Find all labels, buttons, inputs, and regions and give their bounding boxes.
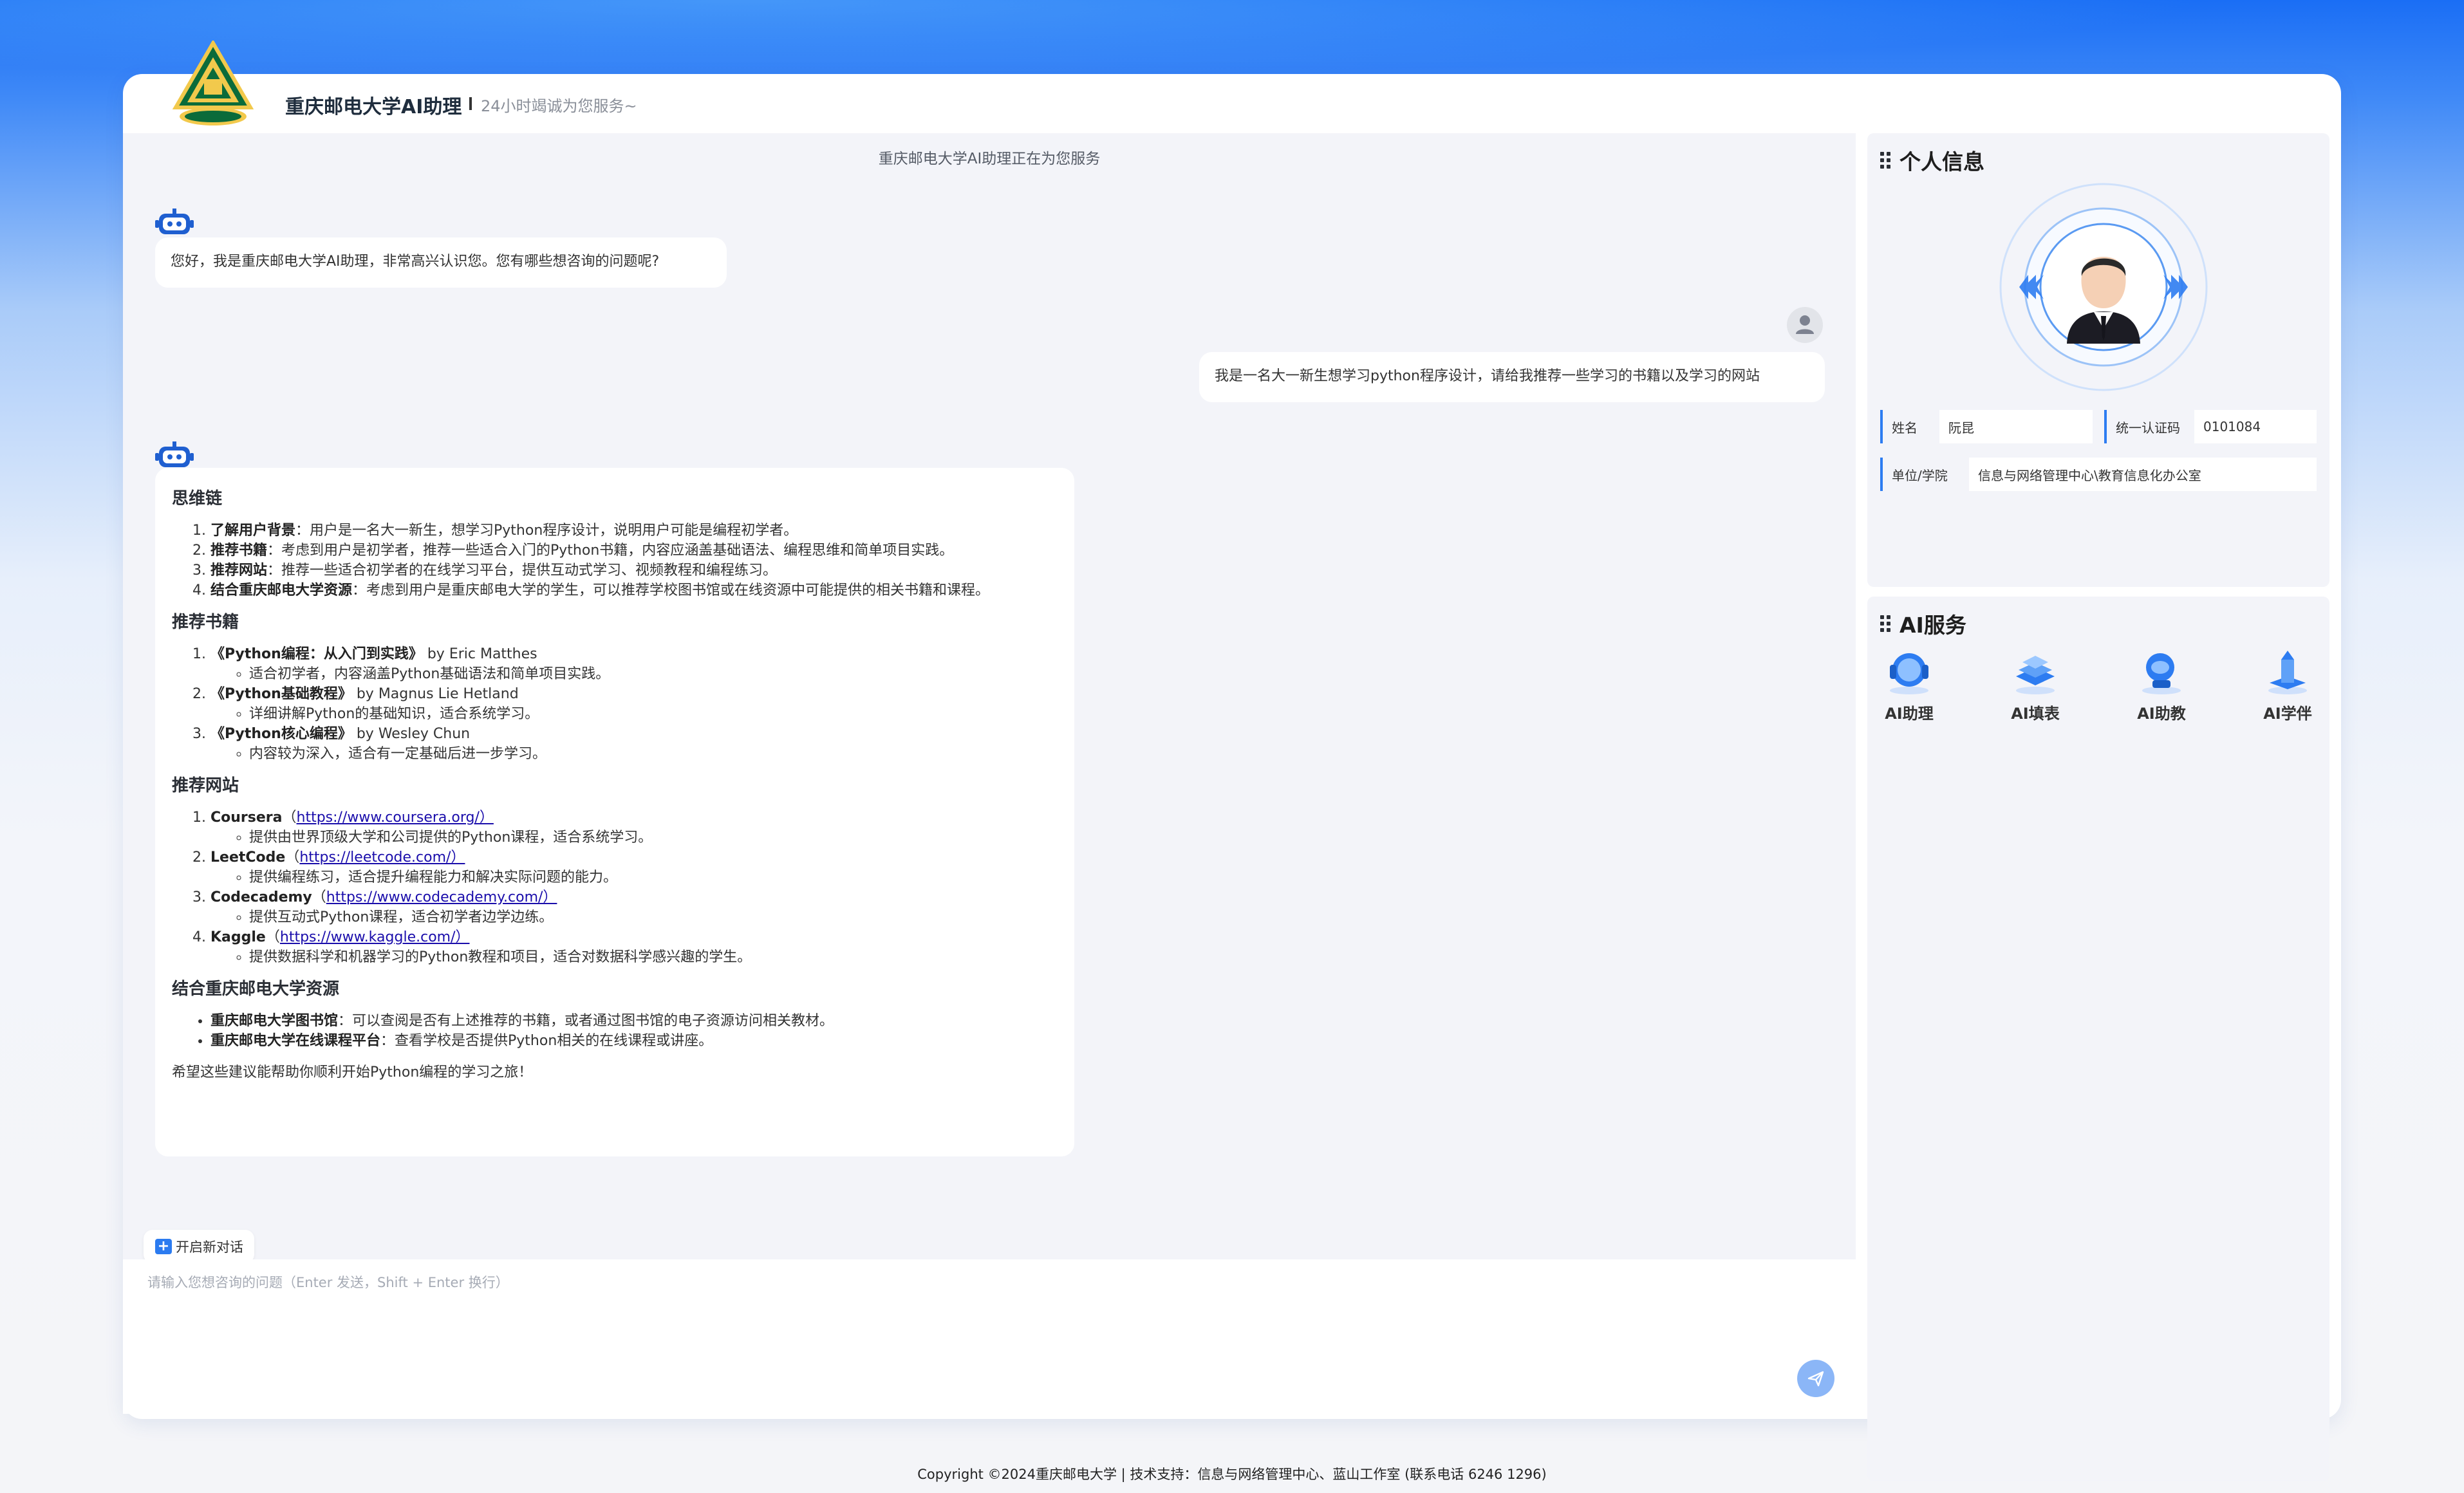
teaching-robot-icon (2142, 653, 2181, 694)
app-title: 重庆邮电大学AI助理 (285, 96, 462, 118)
book-list: 《Python编程：从入门到实践》 by Eric Matthes 适合初学者，… (210, 644, 1058, 764)
user-avatar-icon (1787, 307, 1823, 343)
footer-copyright: Copyright ©2024重庆邮电大学 | 技术支持：信息与网络管理中心、蓝… (917, 1467, 1547, 1482)
list-item: 《Python核心编程》 by Wesley Chun 内容较为深入，适合有一定… (210, 724, 1058, 764)
send-icon (1807, 1371, 1824, 1387)
chat-panel[interactable]: 重庆邮电大学AI助理正在为您服务 您好，我是重庆邮电大学AI助理，非常高兴认识您… (123, 133, 1856, 1259)
thinking-chain-list: 了解用户背景：用户是一名大一新生，想学习Python程序设计，说明用户可能是编程… (210, 521, 1058, 600)
list-subitem: 详细讲解Python的基础知识，适合系统学习。 (249, 704, 1058, 724)
send-button[interactable] (1797, 1360, 1834, 1397)
name-label: 姓名 (1883, 410, 1939, 443)
unit-field: 单位/学院 信息与网络管理中心\教育信息化办公室 (1880, 458, 2317, 491)
list-item: 《Python基础教程》 by Magnus Lie Hetland 详细讲解P… (210, 684, 1058, 724)
reply-section-title: 推荐书籍 (172, 613, 239, 632)
unit-label: 单位/学院 (1883, 458, 1969, 491)
list-subitem: 提供由世界顶级大学和公司提供的Python课程，适合系统学习。 (249, 828, 1058, 848)
university-logo (172, 41, 254, 125)
list-subitem: 提供数据科学和机器学习的Python教程和项目，适合对数据科学感兴趣的学生。 (249, 947, 1058, 967)
ai-services-title: AI服务 (1880, 608, 1966, 639)
auth-code-field: 统一认证码 0101084 (2104, 410, 2317, 443)
list-item: Coursera（https://www.coursera.org/） 提供由世… (210, 808, 1058, 848)
service-label: AI学伴 (2263, 705, 2312, 723)
headset-robot-icon (1890, 653, 1928, 694)
list-item: Codecademy（https://www.codecademy.com/） … (210, 887, 1058, 927)
auth-code-value: 0101084 (2203, 419, 2261, 434)
reply-section-title: 思维链 (172, 489, 223, 508)
profile-panel-title: 个人信息 (1880, 145, 1984, 176)
list-item: 了解用户背景：用户是一名大一新生，想学习Python程序设计，说明用户可能是编程… (210, 521, 1058, 541)
title-divider (469, 97, 472, 110)
kaggle-link[interactable]: https://www.kaggle.com/） (280, 929, 470, 945)
list-item: 结合重庆邮电大学资源：考虑到用户是重庆邮电大学的学生，可以推荐学校图书馆或在线资… (210, 580, 1058, 600)
profile-panel: 个人信息 姓名 阮昆 统一认证码 0101084 单位/学院 信息与网络管理中心… (1867, 133, 2329, 587)
message-input-area (123, 1259, 1856, 1414)
bot-greeting-message: 您好，我是重庆邮电大学AI助理，非常高兴认识您。您有哪些想咨询的问题呢? (155, 237, 727, 288)
chat-status-text: 重庆邮电大学AI助理正在为您服务 (878, 151, 1101, 167)
drag-handle-icon (1880, 615, 1890, 632)
robot-icon (155, 441, 194, 467)
add-chat-icon: + (155, 1239, 172, 1254)
profile-avatar (1999, 183, 2208, 391)
list-subitem: 提供编程练习，适合提升编程能力和解决实际问题的能力。 (249, 867, 1058, 887)
campus-resources-list: 重庆邮电大学图书馆：可以查阅是否有上述推荐的书籍，或者通过图书馆的电子资源访问相… (210, 1011, 1058, 1051)
reply-closing-text: 希望这些建议能帮助你顺利开始Python编程的学习之旅！ (172, 1064, 533, 1080)
coursera-link[interactable]: https://www.coursera.org/） (297, 810, 494, 826)
service-label: AI助理 (1885, 705, 1934, 723)
codecademy-link[interactable]: https://www.codecademy.com/） (326, 889, 557, 905)
list-item: 重庆邮电大学在线课程平台：查看学校是否提供Python相关的在线课程或讲座。 (210, 1031, 1058, 1051)
app-header: 重庆邮电大学AI助理 24小时竭诚为您服务~ (123, 41, 2341, 133)
name-value: 阮昆 (1948, 420, 1974, 436)
service-label: AI填表 (2011, 705, 2060, 723)
reply-section-title: 结合重庆邮电大学资源 (172, 979, 340, 999)
ai-tutor-service[interactable]: AI助教 (2126, 648, 2197, 723)
bot-reply-message: 思维链 了解用户背景：用户是一名大一新生，想学习Python程序设计，说明用户可… (155, 468, 1074, 1156)
list-subitem: 适合初学者，内容涵盖Python基础语法和简单项目实践。 (249, 664, 1058, 684)
name-field: 姓名 阮昆 (1880, 410, 2093, 443)
form-stack-icon (2016, 656, 2055, 694)
ai-study-buddy-service[interactable]: AI学伴 (2252, 648, 2323, 723)
app-subtitle: 24小时竭诚为您服务~ (481, 97, 637, 115)
new-chat-label: 开启新对话 (176, 1239, 243, 1255)
robot-icon (155, 209, 194, 234)
list-item: 推荐网站：推荐一些适合初学者的在线学习平台，提供互动式学习、视频教程和编程练习。 (210, 561, 1058, 580)
drag-handle-icon (1880, 152, 1890, 169)
list-item: Kaggle（https://www.kaggle.com/） 提供数据科学和机… (210, 927, 1058, 967)
ai-services-panel: AI服务 AI助理 AI填表 AI助教 AI学伴 (1867, 597, 2329, 1481)
ai-assistant-service[interactable]: AI助理 (1874, 648, 1945, 723)
auth-code-label: 统一认证码 (2107, 410, 2194, 443)
website-list: Coursera（https://www.coursera.org/） 提供由世… (210, 808, 1058, 967)
leetcode-link[interactable]: https://leetcode.com/） (299, 849, 465, 866)
new-chat-button[interactable]: + 开启新对话 (144, 1230, 254, 1263)
reply-section-title: 推荐网站 (172, 776, 239, 795)
list-subitem: 内容较为深入，适合有一定基础后进一步学习。 (249, 744, 1058, 764)
list-item: 重庆邮电大学图书馆：可以查阅是否有上述推荐的书籍，或者通过图书馆的电子资源访问相… (210, 1011, 1058, 1031)
list-item: LeetCode（https://leetcode.com/） 提供编程练习，适… (210, 848, 1058, 887)
study-tower-icon (2268, 651, 2307, 694)
ai-form-fill-service[interactable]: AI填表 (2000, 648, 2071, 723)
message-input[interactable] (147, 1272, 1692, 1375)
ai-services-list: AI助理 AI填表 AI助教 AI学伴 (1867, 648, 2329, 732)
user-message: 我是一名大一新生想学习python程序设计，请给我推荐一些学习的书籍以及学习的网… (1199, 352, 1825, 402)
list-item: 《Python编程：从入门到实践》 by Eric Matthes 适合初学者，… (210, 644, 1058, 684)
app-window: 重庆邮电大学AI助理 24小时竭诚为您服务~ 重庆邮电大学AI助理正在为您服务 … (123, 41, 2341, 1481)
list-subitem: 提供互动式Python课程，适合初学者边学边练。 (249, 907, 1058, 927)
service-label: AI助教 (2137, 705, 2186, 723)
unit-value: 信息与网络管理中心\教育信息化办公室 (1978, 467, 2201, 483)
list-item: 推荐书籍：考虑到用户是初学者，推荐一些适合入门的Python书籍，内容应涵盖基础… (210, 541, 1058, 561)
